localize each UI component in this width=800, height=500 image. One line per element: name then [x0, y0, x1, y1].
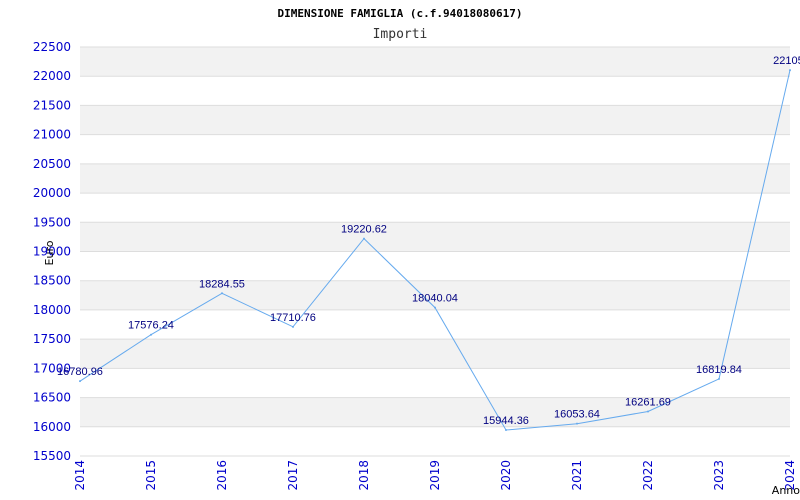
- grid-band: [80, 47, 790, 77]
- y-tick-label: 19500: [33, 215, 71, 229]
- x-tick-label: 2018: [357, 460, 371, 491]
- grid-band: [80, 251, 790, 281]
- data-label: 17576.24: [128, 320, 174, 332]
- grid-band: [80, 222, 790, 252]
- data-point: [789, 69, 791, 72]
- x-tick-label: 2020: [499, 460, 513, 491]
- data-point: [363, 237, 365, 240]
- y-tick-label: 22500: [33, 40, 71, 54]
- data-point: [718, 377, 720, 380]
- data-point: [150, 333, 152, 336]
- x-axis-tick-labels: 2014 2015 2016 2017 2018 2019 2020 2021 2022 2023…: [73, 460, 797, 491]
- data-label: 16261.69: [625, 396, 671, 408]
- grid-band: [80, 105, 790, 135]
- data-point: [434, 306, 436, 309]
- grid-band: [80, 193, 790, 223]
- data-point: [647, 410, 649, 413]
- data-label: 16819.84: [696, 364, 742, 376]
- grid-band: [80, 134, 790, 164]
- data-label: 18284.55: [199, 278, 245, 290]
- grid-band: [80, 76, 790, 106]
- y-tick-label: 21000: [33, 128, 71, 142]
- x-axis-title: Anno: [772, 484, 800, 497]
- line-chart: DIMENSIONE FAMIGLIA (c.f.94018080617) Im…: [33, 7, 800, 497]
- y-tick-label: 20000: [33, 186, 71, 200]
- chart-subtitle: Importi: [373, 27, 428, 42]
- x-tick-label: 2016: [215, 460, 229, 491]
- x-tick-label: 2017: [286, 460, 300, 491]
- y-tick-label: 22000: [33, 69, 71, 83]
- data-point: [505, 429, 507, 432]
- x-tick-label: 2015: [144, 460, 158, 491]
- grid-band: [80, 163, 790, 194]
- data-point: [79, 380, 81, 383]
- data-point: [292, 325, 294, 328]
- data-point: [221, 292, 223, 295]
- grid-band: [80, 426, 790, 456]
- y-tick-label: 16500: [33, 391, 71, 405]
- grid-band: [80, 368, 790, 398]
- data-label: 16053.64: [554, 409, 600, 421]
- data-point: [576, 422, 578, 425]
- grid-band: [80, 397, 790, 427]
- y-tick-label: 20500: [33, 157, 71, 171]
- y-tick-label: 18000: [33, 303, 71, 317]
- data-label: 22105.: [773, 55, 800, 67]
- y-tick-label: 15500: [33, 449, 71, 463]
- x-tick-label: 2021: [570, 460, 584, 491]
- data-label: 15944.36: [483, 415, 529, 427]
- data-label: 16780.96: [57, 366, 103, 378]
- y-axis-title: Euro: [43, 240, 56, 265]
- x-tick-label: 2014: [73, 460, 87, 491]
- x-tick-label: 2019: [428, 460, 442, 491]
- data-label: 17710.76: [270, 312, 316, 324]
- y-tick-label: 21500: [33, 98, 71, 112]
- x-tick-label: 2023: [712, 460, 726, 491]
- y-tick-label: 17500: [33, 332, 71, 346]
- data-label: 18040.04: [412, 293, 458, 305]
- y-tick-label: 16000: [33, 420, 71, 434]
- grid-band: [80, 339, 790, 369]
- chart-title: DIMENSIONE FAMIGLIA (c.f.94018080617): [277, 7, 522, 20]
- y-tick-label: 18500: [33, 274, 71, 288]
- data-label: 19220.62: [341, 224, 387, 236]
- x-tick-label: 2022: [641, 460, 655, 491]
